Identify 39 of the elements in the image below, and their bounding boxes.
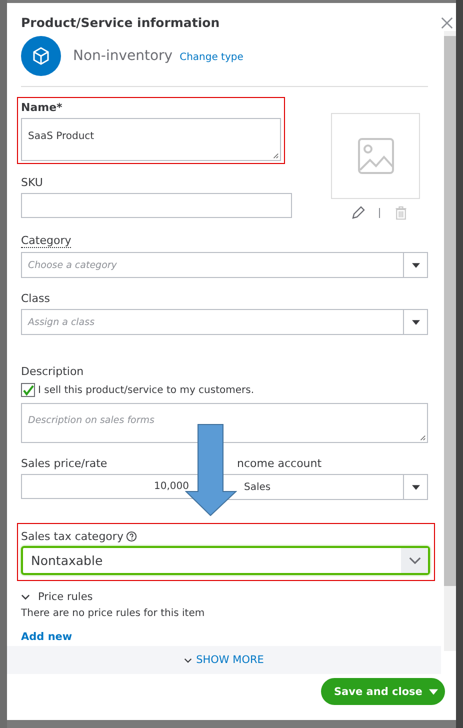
checkbox[interactable] [21,383,35,397]
save-button[interactable]: Save and close [321,678,445,705]
field-label: ncome account [237,457,322,470]
checkbox-label: I sell this product/service to my customers. [38,384,254,396]
caret-icon [412,320,420,324]
help-icon[interactable] [126,531,138,542]
item-type: Non-inventory [73,48,173,64]
caret-icon[interactable] [429,688,438,694]
scrollbar[interactable] [444,31,456,651]
caret-icon [412,262,420,268]
box-icon [21,36,61,76]
chevron-icon[interactable] [21,594,30,600]
name-field[interactable]: SaaS Product [21,118,281,161]
category-dropdown[interactable]: Choose a category [21,252,428,278]
empty-message: There are no price rules for this item [21,608,205,619]
field-label: SKU [21,176,43,189]
section-title: Price rules [38,591,93,603]
field-label: Class [21,292,50,305]
caret-icon [412,484,420,490]
resize-handle-icon[interactable] [272,152,279,159]
change-type-link[interactable]: Change type [180,52,244,62]
description-field[interactable]: Description on sales forms [21,403,428,443]
sku-field[interactable] [21,193,292,218]
add-new-link[interactable]: Add new [21,631,72,643]
pencil-icon[interactable] [351,206,365,220]
class-dropdown[interactable]: Assign a class [21,309,428,335]
show-more-link[interactable]: SHOW MORE [184,654,264,666]
tax-category-dropdown[interactable]: Nontaxable [21,546,430,575]
image-icon [358,138,394,174]
field-label: Description [21,365,84,378]
field-label: Sales price/rate [21,457,108,470]
chevron-icon [408,557,420,564]
dialog-title: Product/Service information [21,15,220,30]
field-label: Name* [21,101,62,114]
resize-handle-icon[interactable] [419,434,426,441]
field-label: Category [21,234,72,248]
field-label: Sales tax category [21,530,124,543]
close-icon[interactable] [441,16,453,28]
chevron-icon [184,658,192,662]
